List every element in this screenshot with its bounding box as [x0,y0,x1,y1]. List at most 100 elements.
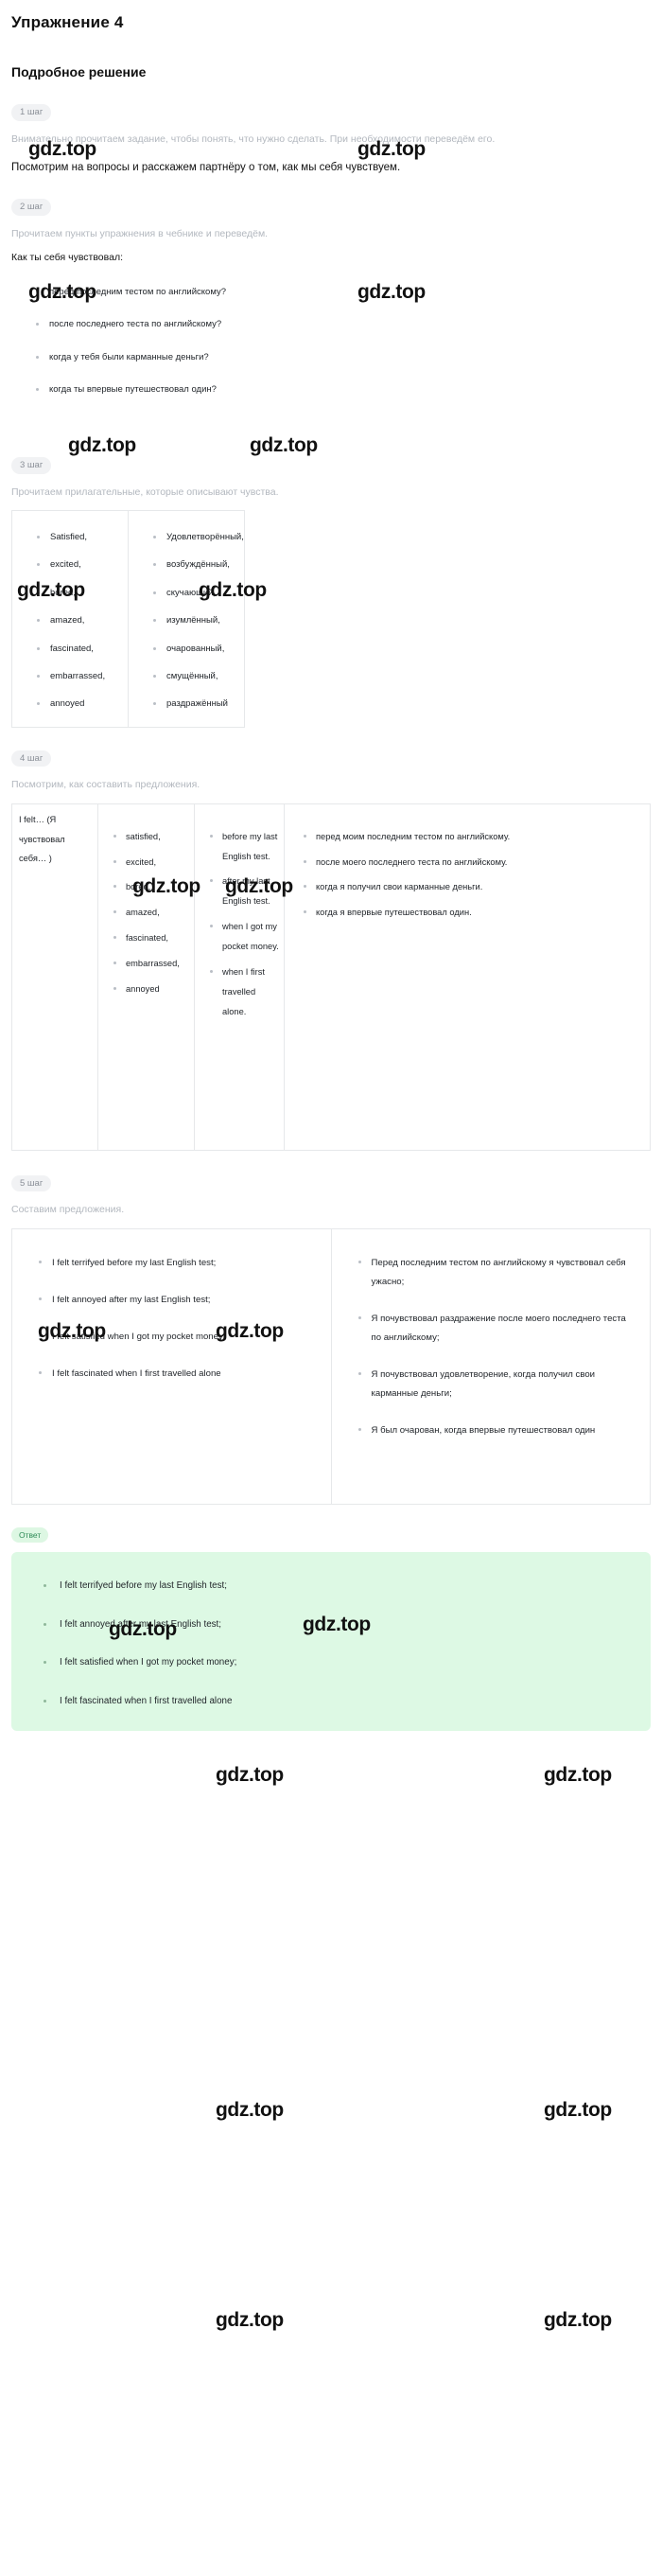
watermark: gdz.top [544,2099,612,2121]
answer-box: I felt terrifyed before my last English … [11,1552,651,1731]
list-item: очарованный, [153,644,244,654]
list-item: embarrassed, [37,671,128,681]
list-item: перед моим последним тестом по английско… [304,827,646,847]
sentences-english-cell: I felt terrifyed before my last English … [11,1227,332,1505]
step-2-subhead: Как ты себя чувствовал: [11,252,123,264]
list-item: скучающий, [153,588,244,598]
adjectives-russian-list: Удовлетворённый, возбуждённый, скучающий… [129,511,244,710]
list-item: после моего последнего теста по английск… [304,853,646,873]
builder-col-phrases-ru: перед моим последним тестом по английско… [284,803,651,1151]
step-badge-2: 2 шаг [11,199,52,216]
answer-badge: Ответ [11,1526,49,1543]
step-2-badge-wrap: 2 шаг [8,176,654,216]
builder-prompt-text: I felt… (Я чувствовал себя… ) [19,814,65,864]
list-item: excited, [37,559,128,570]
adjectives-english-cell: Satisfied, excited, bored, amazed, fasci… [11,510,129,728]
watermark: gdz.top [544,2309,612,2331]
solution-page: Упражнение 4 Подробное решение 1 шаг Вни… [0,0,662,2331]
list-item: annoyed [113,979,190,999]
step-4-badge-wrap: 4 шаг [8,728,654,768]
step-4-note: Посмотрим, как составить предложения. [11,779,200,791]
list-item: bored, [37,588,128,598]
sentences-russian-cell: Перед последним тестом по английскому я … [330,1227,651,1505]
list-item: I felt satisfied when I got my pocket mo… [39,1328,318,1347]
answer-list: I felt terrifyed before my last English … [11,1580,651,1708]
list-item: Я почувствовал удовлетворение, когда пол… [357,1366,637,1403]
list-item: Satisfied, [37,532,128,542]
builder-phrase-en-list: before my last English test. after my la… [195,804,284,1022]
watermark: gdz.top [544,1764,612,1786]
step-badge-3: 3 шаг [11,457,52,474]
list-item: Перед последним тестом по английскому я … [357,1254,637,1292]
list-item: I felt terrifyed before my last English … [39,1254,318,1273]
adjectives-english-list: Satisfied, excited, bored, amazed, fasci… [12,511,128,710]
builder-adjective-list: satisfied, excited, bored, amazed, fasci… [98,804,194,999]
list-item: before my last English test. [210,827,280,867]
builder-col-adjectives: satisfied, excited, bored, amazed, fasci… [97,803,195,1151]
builder-col-phrases-en: before my last English test. after my la… [194,803,285,1151]
table-row: Satisfied, excited, bored, amazed, fasci… [11,510,245,728]
list-item: когда я впервые путешествовал один. [304,903,646,923]
list-item: when I got my pocket money. [210,917,280,957]
list-item: возбуждённый, [153,559,244,570]
list-item: Я почувствовал раздражение после моего п… [357,1310,637,1348]
list-item: when I first travelled alone. [210,962,280,1022]
list-item: bored, [113,877,190,897]
list-item: I felt terrifyed before my last English … [44,1580,651,1593]
solution-heading: Подробное решение [11,64,147,79]
sentences-table: I felt terrifyed before my last English … [11,1227,651,1505]
list-item: satisfied, [113,827,190,847]
step-badge-4: 4 шаг [11,750,52,768]
list-item: annoyed [37,698,128,709]
list-item: когда я получил свои карманные деньги. [304,877,646,897]
table-row: I felt terrifyed before my last English … [11,1227,651,1505]
list-item: I felt annoyed after my last English tes… [44,1619,651,1632]
step-badge-1: 1 шаг [11,104,52,121]
list-item: fascinated, [37,644,128,654]
step-3-badge-wrap: 3 шаг [8,415,654,474]
page-title: Упражнение 4 [11,13,124,31]
list-item: Я был очарован, когда впервые путешество… [357,1421,637,1440]
list-item: I felt fascinated when I first travelled… [44,1696,651,1708]
sentences-english-list: I felt terrifyed before my last English … [12,1229,331,1385]
table-row: I felt… (Я чувствовал себя… ) satisfied,… [11,803,651,1151]
adjectives-table-wrap: Satisfied, excited, bored, amazed, fasci… [8,501,654,728]
list-item: I felt annoyed after my last English tes… [39,1291,318,1310]
list-item: перед последним тестом по английскому? [36,286,654,299]
step-1-note: Внимательно прочитаем задание, чтобы пон… [11,132,496,145]
answer-badge-wrap: Ответ [8,1505,654,1543]
sentence-builder-wrap: I felt… (Я чувствовал себя… ) satisfied,… [8,794,654,1151]
list-item: fascinated, [113,928,190,948]
sentences-table-wrap: I felt terrifyed before my last English … [8,1219,654,1505]
watermark: gdz.top [216,2309,284,2331]
watermark: gdz.top [216,1764,284,1786]
list-item: смущённый, [153,671,244,681]
list-item: I felt fascinated when I first travelled… [39,1365,318,1384]
builder-phrase-ru-list: перед моим последним тестом по английско… [285,804,650,924]
builder-col-prompt: I felt… (Я чувствовал себя… ) [11,803,98,1151]
list-item: amazed, [113,903,190,923]
step-1-statement: Посмотрим на вопросы и расскажем партнёр… [11,161,401,173]
list-item: excited, [113,853,190,873]
adjectives-table: Satisfied, excited, bored, amazed, fasci… [11,510,245,728]
list-item: изумлённый, [153,615,244,626]
step-3-note: Прочитаем прилагательные, которые описыв… [11,485,279,498]
sentences-russian-list: Перед последним тестом по английскому я … [332,1229,651,1441]
question-list: перед последним тестом по английскому? п… [8,263,654,397]
sentence-builder-table: I felt… (Я чувствовал себя… ) satisfied,… [11,803,651,1151]
step-5-note: Составим предложения. [11,1204,125,1216]
list-item: Удовлетворённый, [153,532,244,542]
watermark: gdz.top [216,2099,284,2121]
list-item: embarrassed, [113,954,190,974]
adjectives-russian-cell: Удовлетворённый, возбуждённый, скучающий… [128,510,245,728]
step-1-badge-wrap: 1 шаг [8,79,654,121]
list-item: после последнего теста по английскому? [36,318,654,331]
list-item: когда ты впервые путешествовал один? [36,383,654,397]
list-item: after my last English test. [210,872,280,911]
list-item: когда у тебя были карманные деньги? [36,351,654,364]
list-item: I felt satisfied when I got my pocket mo… [44,1657,651,1669]
step-badge-5: 5 шаг [11,1174,52,1192]
list-item: amazed, [37,615,128,626]
step-5-badge-wrap: 5 шаг [8,1151,654,1192]
list-item: раздражённый [153,698,244,709]
